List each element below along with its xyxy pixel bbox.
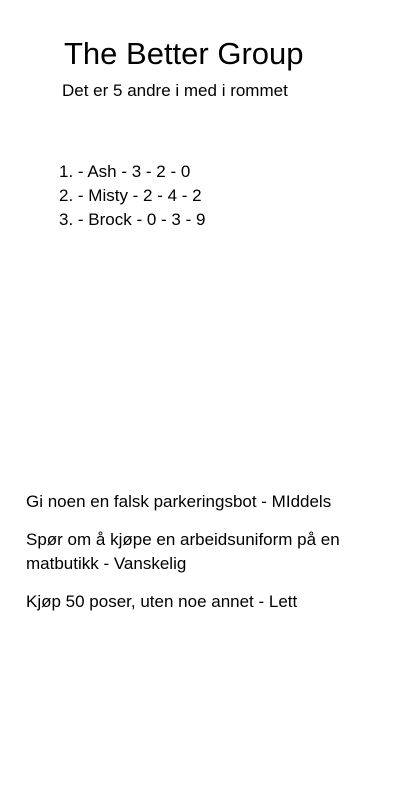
challenge-item: Kjøp 50 poser, uten noe annet - Lett (26, 592, 298, 611)
standings-row: 2. - Misty - 2 - 4 - 2 (59, 186, 202, 205)
challenge-item: Spør om å kjøpe en arbeidsuniform på en … (26, 530, 340, 573)
standings-list: 1. - Ash - 3 - 2 - 0 2. - Misty - 2 - 4 … (59, 160, 205, 232)
standings-row: 3. - Brock - 0 - 3 - 9 (59, 210, 206, 229)
page-title: The Better Group (64, 36, 304, 71)
room-info-text: Det er 5 andre i med i rommet (62, 81, 288, 100)
challenge-item: Gi noen en falsk parkeringsbot - MIddels (26, 492, 332, 511)
standings-row: 1. - Ash - 3 - 2 - 0 (59, 162, 191, 181)
challenge-list: Gi noen en falsk parkeringsbot - MIddels… (26, 490, 386, 628)
